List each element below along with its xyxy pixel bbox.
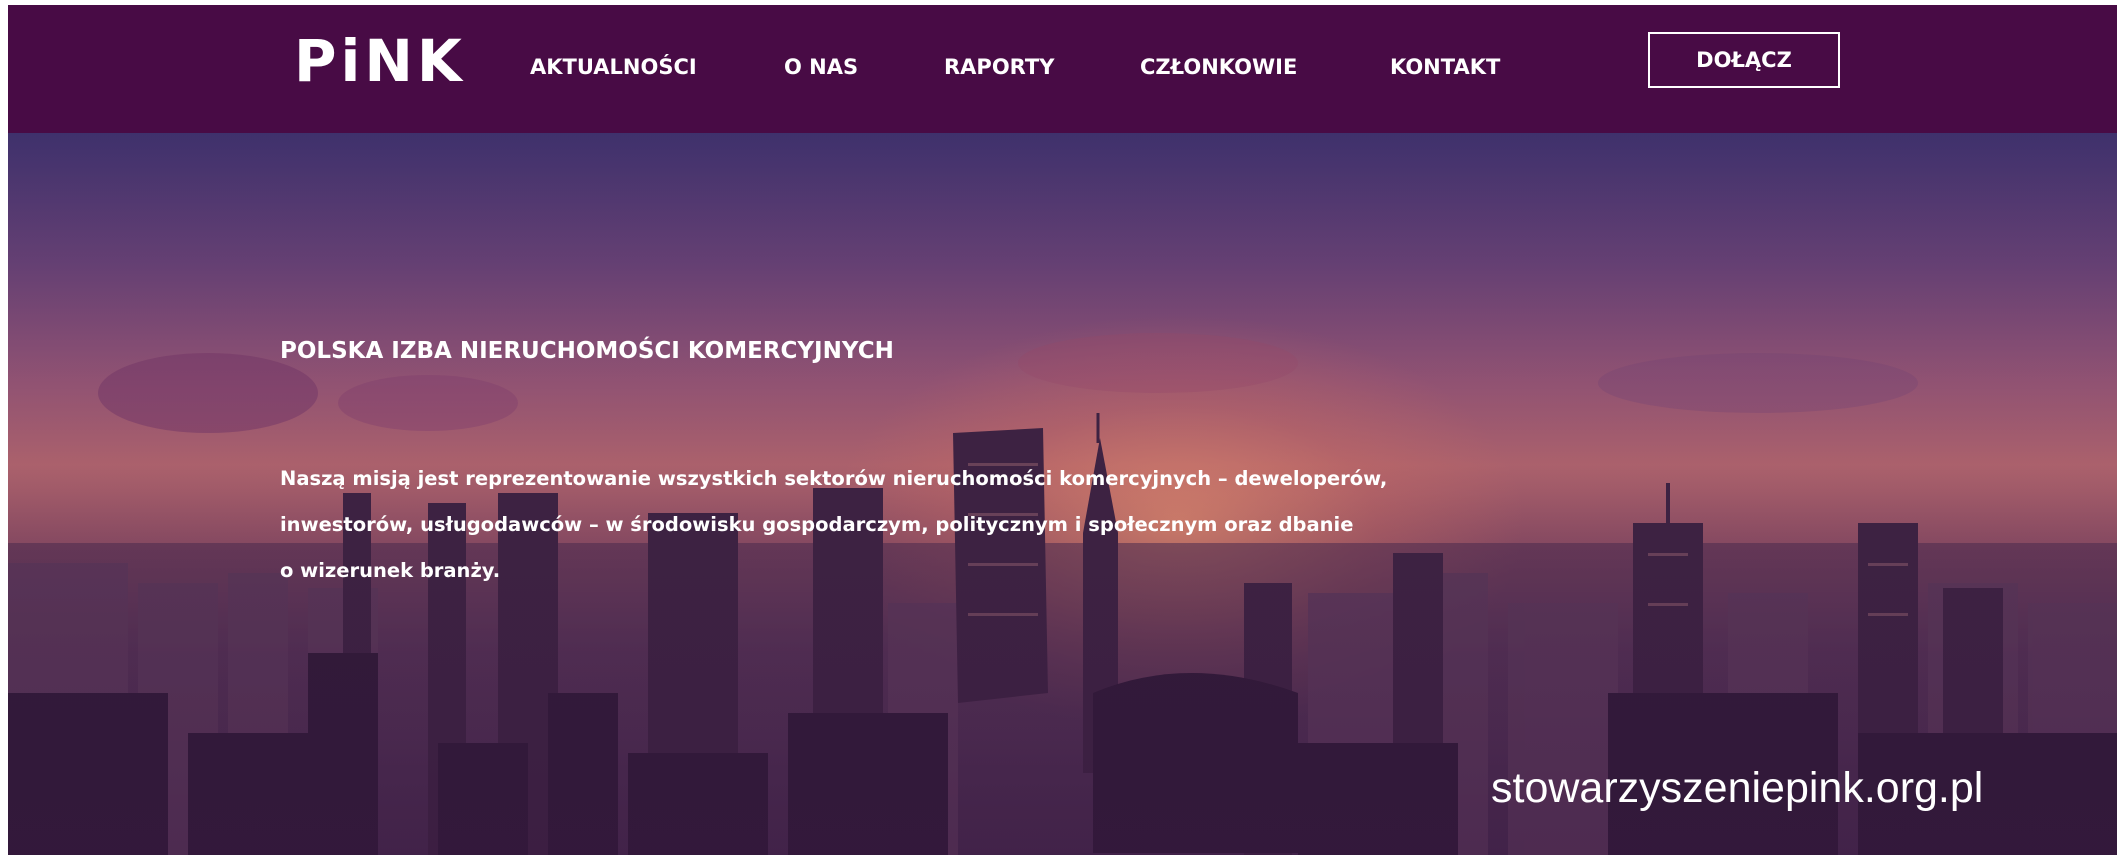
join-button[interactable]: DOŁĄCZ	[1648, 32, 1840, 88]
nav-item-kontakt[interactable]: KONTAKT	[1390, 50, 1500, 84]
mission-statement: Naszą misją jest reprezentowanie wszystk…	[280, 456, 1580, 594]
website-url-watermark: stowarzyszeniepink.org.pl	[1491, 764, 1984, 812]
nav-item-aktualnosci[interactable]: AKTUALNOŚCI	[530, 50, 697, 84]
mission-line: o wizerunek branży.	[280, 559, 501, 582]
mission-line: inwestorów, usługodawców – w środowisku …	[280, 513, 1354, 536]
page-frame: PiNK AKTUALNOŚCI O NAS RAPORTY CZŁONKOWI…	[8, 5, 2117, 855]
logo-text: PiNK	[294, 27, 466, 95]
hero-banner: POLSKA IZBA NIERUCHOMOŚCI KOMERCYJNYCH N…	[8, 133, 2117, 855]
nav-item-raporty[interactable]: RAPORTY	[944, 50, 1054, 84]
hero-title: POLSKA IZBA NIERUCHOMOŚCI KOMERCYJNYCH	[280, 338, 894, 365]
top-navbar: PiNK AKTUALNOŚCI O NAS RAPORTY CZŁONKOWI…	[8, 5, 2117, 133]
mission-line: Naszą misją jest reprezentowanie wszystk…	[280, 467, 1388, 490]
nav-item-o-nas[interactable]: O NAS	[784, 50, 858, 84]
site-logo[interactable]: PiNK	[294, 27, 466, 95]
nav-item-czlonkowie[interactable]: CZŁONKOWIE	[1140, 50, 1297, 84]
